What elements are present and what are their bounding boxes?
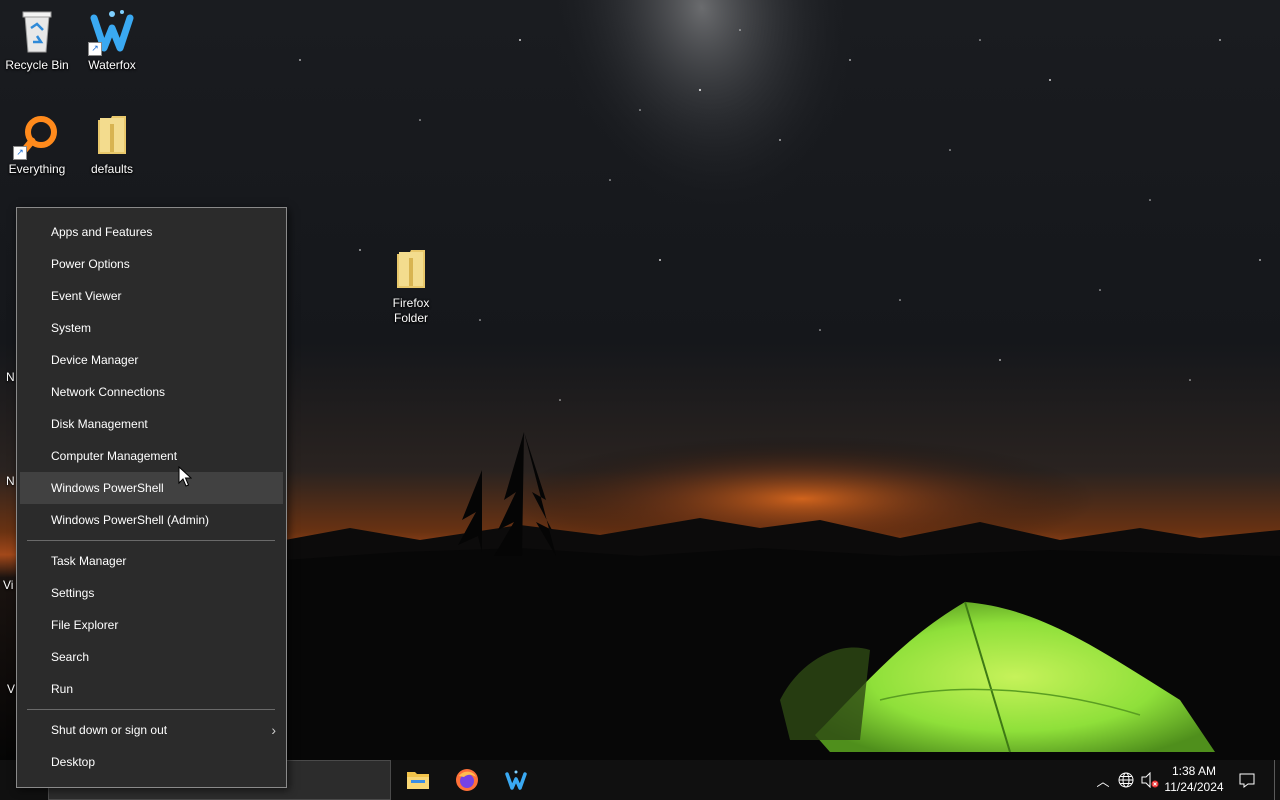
menu-item-search[interactable]: Search bbox=[17, 641, 286, 673]
waterfox-icon: ↗ bbox=[88, 8, 136, 56]
menu-item-shut-down-or-sign-out[interactable]: Shut down or sign out › bbox=[17, 714, 286, 746]
menu-item-windows-powershell[interactable]: Windows PowerShell bbox=[20, 472, 283, 504]
taskbar-waterfox[interactable] bbox=[492, 760, 540, 800]
chevron-right-icon: › bbox=[271, 722, 276, 738]
desktop-icon-label: Everything bbox=[8, 162, 66, 176]
tray-overflow-button[interactable]: ︿ bbox=[1094, 760, 1112, 800]
menu-item-network-connections[interactable]: Network Connections bbox=[17, 376, 286, 408]
show-desktop-divider[interactable] bbox=[1274, 760, 1275, 800]
desktop-icon-label: Recycle Bin bbox=[5, 58, 69, 72]
folder-icon bbox=[387, 231, 435, 288]
shortcut-arrow-icon: ↗ bbox=[88, 42, 102, 56]
menu-item-run[interactable]: Run bbox=[17, 673, 286, 705]
menu-item-desktop[interactable]: Desktop bbox=[17, 746, 286, 778]
desktop-icon-waterfox[interactable]: ↗ Waterfox bbox=[74, 8, 150, 73]
chevron-up-icon: ︿ bbox=[1096, 773, 1110, 789]
speaker-muted-icon bbox=[1141, 772, 1159, 788]
menu-item-system[interactable]: System bbox=[17, 312, 286, 344]
menu-item-settings[interactable]: Settings bbox=[17, 577, 286, 609]
firefox-icon bbox=[456, 769, 478, 791]
menu-item-disk-management[interactable]: Disk Management bbox=[17, 408, 286, 440]
menu-item-computer-management[interactable]: Computer Management bbox=[17, 440, 286, 472]
menu-item-label: Shut down or sign out bbox=[51, 723, 168, 737]
desktop-icon-everything[interactable]: ↗ Everything bbox=[0, 112, 75, 177]
shortcut-arrow-icon: ↗ bbox=[13, 146, 27, 160]
action-center-button[interactable] bbox=[1236, 760, 1258, 800]
menu-item-file-explorer[interactable]: File Explorer bbox=[17, 609, 286, 641]
taskbar-clock[interactable]: 1:38 AM 11/24/2024 bbox=[1158, 763, 1230, 795]
menu-item-task-manager[interactable]: Task Manager bbox=[17, 545, 286, 577]
clock-date: 11/24/2024 bbox=[1164, 780, 1224, 794]
file-explorer-icon bbox=[407, 772, 429, 789]
desktop-icon-firefox-folder[interactable]: Firefox Folder bbox=[373, 216, 449, 341]
menu-item-device-manager[interactable]: Device Manager bbox=[17, 344, 286, 376]
desktop-icon-label: Waterfox bbox=[88, 58, 136, 72]
menu-separator bbox=[27, 540, 275, 541]
action-center-icon bbox=[1239, 773, 1255, 788]
menu-separator bbox=[27, 709, 275, 710]
menu-item-apps-and-features[interactable]: Apps and Features bbox=[17, 216, 286, 248]
taskbar-firefox[interactable] bbox=[443, 760, 491, 800]
menu-item-power-options[interactable]: Power Options bbox=[17, 248, 286, 280]
mouse-cursor-icon bbox=[178, 466, 192, 487]
desktop-icon-label: defaults bbox=[90, 162, 134, 176]
tray-volume-button[interactable] bbox=[1140, 760, 1160, 800]
desktop-icon-recycle-bin[interactable]: Recycle Bin bbox=[0, 8, 75, 73]
everything-search-icon: ↗ bbox=[13, 112, 61, 160]
desktop-icon-defaults[interactable]: defaults bbox=[74, 112, 150, 177]
recycle-bin-icon bbox=[13, 8, 61, 56]
tray-network-button[interactable] bbox=[1116, 760, 1136, 800]
taskbar-file-explorer[interactable] bbox=[394, 760, 442, 800]
menu-item-event-viewer[interactable]: Event Viewer bbox=[17, 280, 286, 312]
waterfox-icon bbox=[505, 770, 527, 790]
winx-context-menu: Apps and Features Power Options Event Vi… bbox=[16, 207, 287, 788]
clock-time: 1:38 AM bbox=[1171, 764, 1217, 778]
folder-icon bbox=[88, 112, 136, 160]
globe-icon bbox=[1118, 772, 1134, 788]
menu-item-windows-powershell-admin[interactable]: Windows PowerShell (Admin) bbox=[17, 504, 286, 536]
